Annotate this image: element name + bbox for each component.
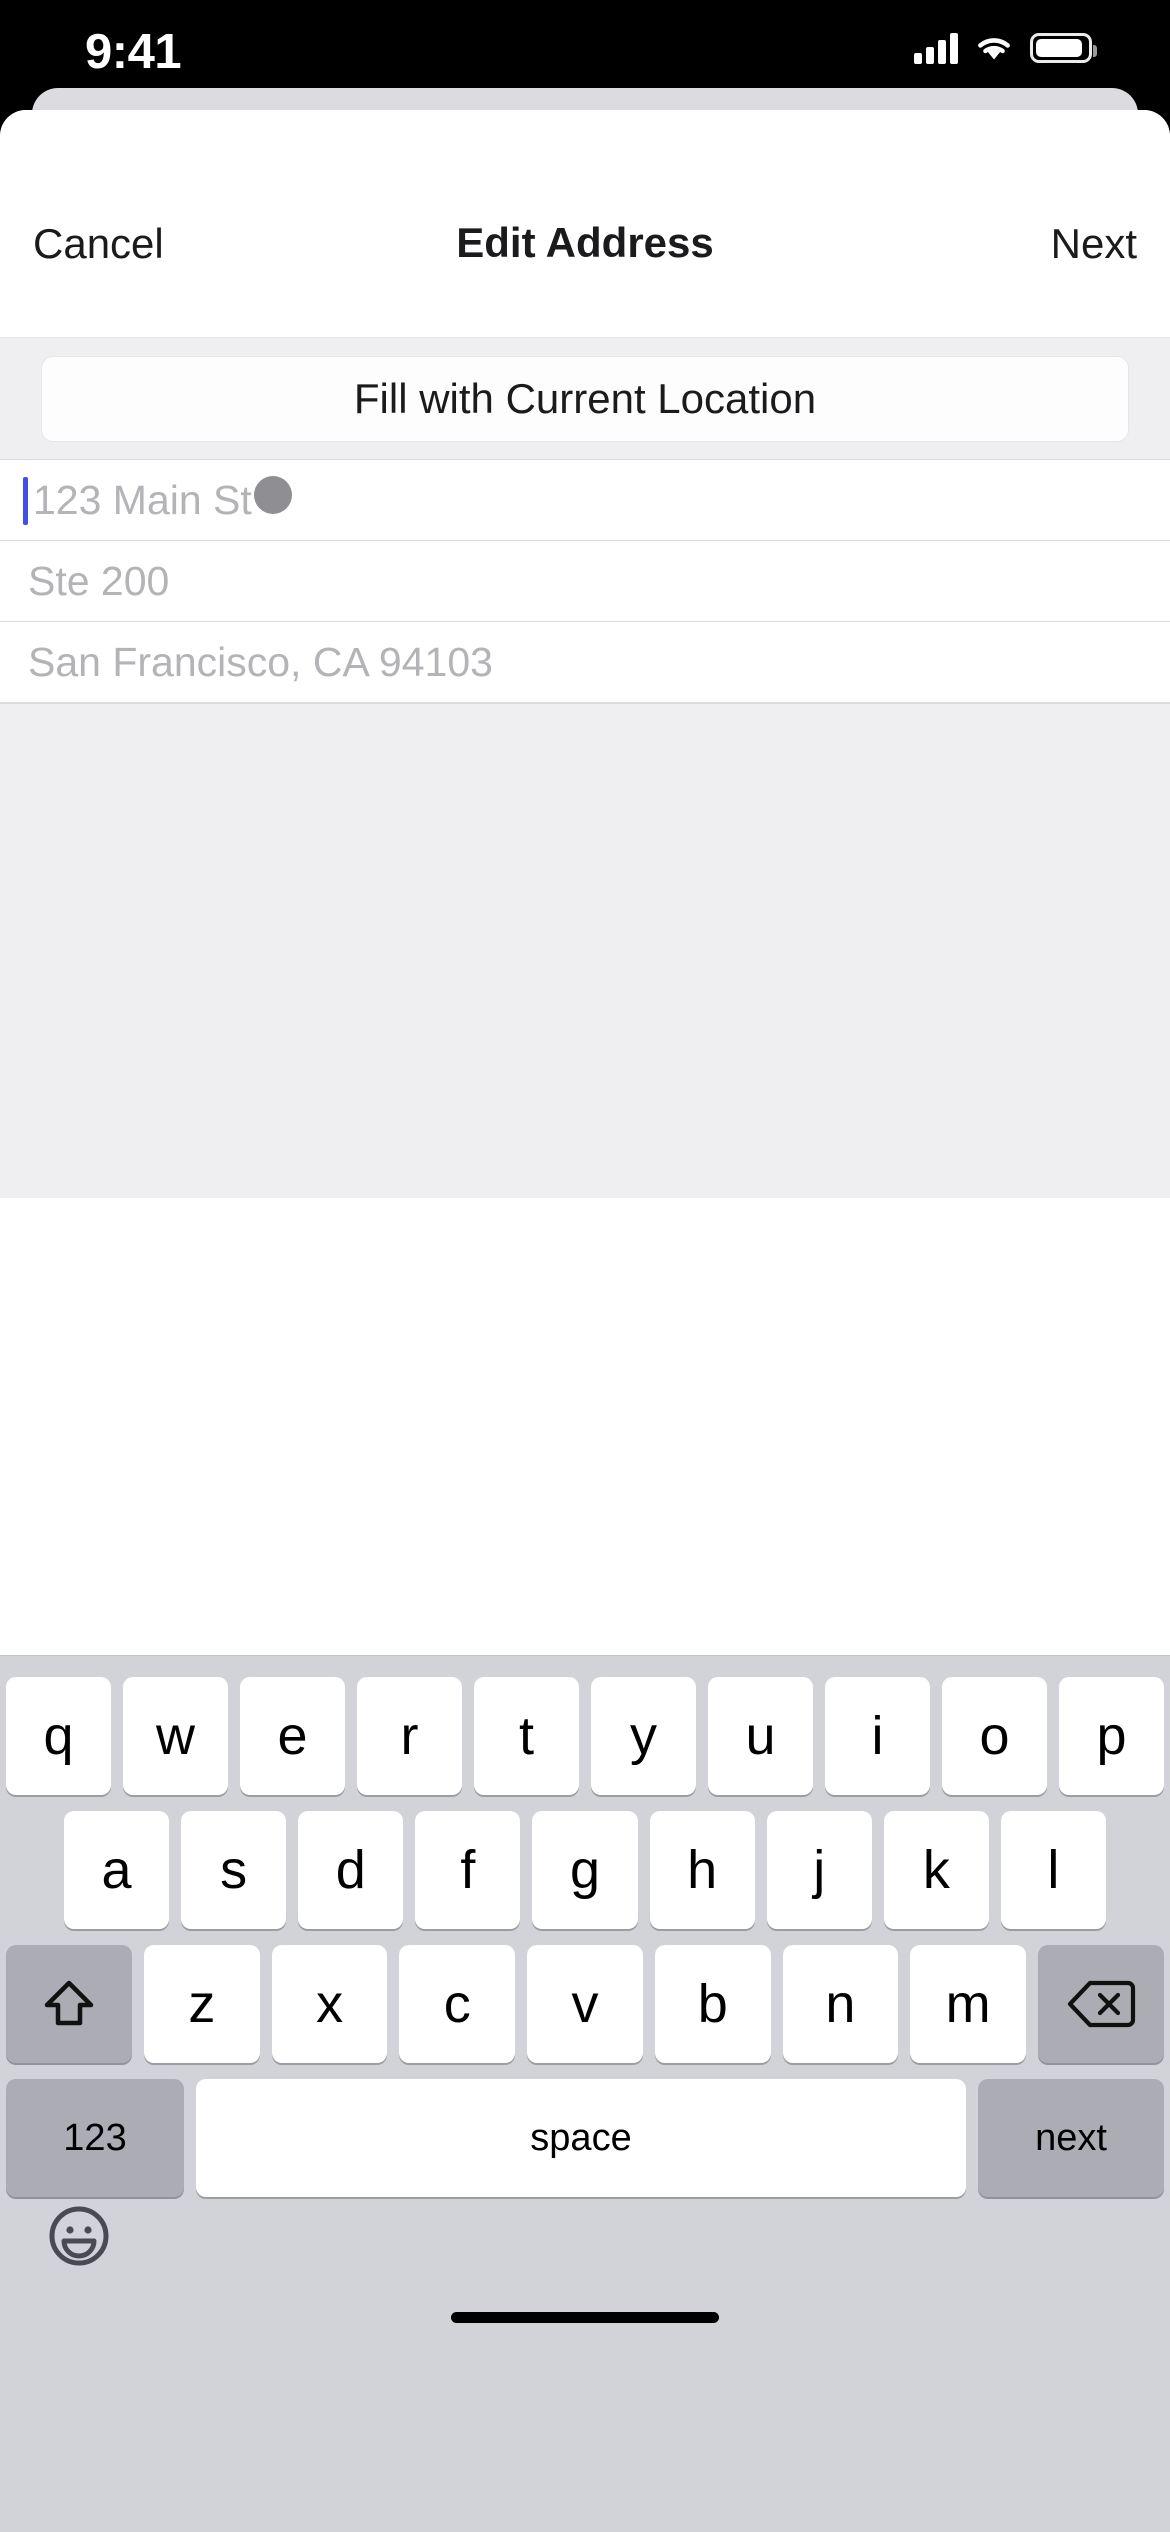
shift-arrow-icon xyxy=(44,1980,94,2026)
key-r[interactable]: r xyxy=(357,1677,462,1795)
key-t[interactable]: t xyxy=(474,1677,579,1795)
key-k[interactable]: k xyxy=(883,1811,989,1929)
key-z[interactable]: z xyxy=(144,1945,260,2063)
software-keyboard: q w e r t y u i o p a s d f g h j k l z … xyxy=(0,1655,1170,2532)
key-g[interactable]: g xyxy=(532,1811,638,1929)
street-address-field-row[interactable]: 123 Main St xyxy=(0,460,1170,541)
key-d[interactable]: d xyxy=(298,1811,404,1929)
shift-key[interactable] xyxy=(6,1945,132,2063)
key-l[interactable]: l xyxy=(1000,1811,1106,1929)
street-address-input[interactable]: 123 Main St xyxy=(28,479,252,521)
keyboard-row-2: a s d f g h j k l xyxy=(0,1811,1170,1929)
key-b[interactable]: b xyxy=(654,1945,771,2063)
fill-with-current-location-button[interactable]: Fill with Current Location xyxy=(41,355,1129,442)
key-o[interactable]: o xyxy=(942,1677,1047,1795)
page-title: Edit Address xyxy=(456,219,714,266)
home-indicator xyxy=(451,2312,719,2323)
keyboard-row-4: 123 space next xyxy=(0,2079,1170,2197)
key-i[interactable]: i xyxy=(825,1677,930,1795)
wifi-icon xyxy=(978,38,1010,60)
navigation-bar: Cancel Edit Address Next xyxy=(0,110,1170,338)
next-button[interactable]: Next xyxy=(1051,223,1137,265)
key-n[interactable]: n xyxy=(782,1945,899,2063)
key-v[interactable]: v xyxy=(527,1945,643,2063)
key-u[interactable]: u xyxy=(708,1677,813,1795)
space-key[interactable]: space xyxy=(196,2079,966,2197)
key-h[interactable]: h xyxy=(649,1811,755,1929)
key-f[interactable]: f xyxy=(415,1811,521,1929)
address-form: 123 Main St Ste 200 San Francisco, CA 94… xyxy=(0,460,1170,703)
street-address-2-input[interactable]: Ste 200 xyxy=(28,560,169,602)
key-m[interactable]: m xyxy=(910,1945,1027,2063)
phone-screen: 9:41 Cancel Edit Address Next Fill with … xyxy=(0,0,1170,2532)
tap-indicator-dot xyxy=(254,476,292,514)
key-c[interactable]: c xyxy=(399,1945,516,2063)
key-p[interactable]: p xyxy=(1059,1677,1164,1795)
street-address-2-field-row[interactable]: Ste 200 xyxy=(0,541,1170,622)
status-bar: 9:41 xyxy=(0,0,1170,96)
key-y[interactable]: y xyxy=(591,1677,696,1795)
return-next-key[interactable]: next xyxy=(978,2079,1164,2197)
keyboard-row-1: q w e r t y u i o p xyxy=(0,1677,1170,1795)
key-a[interactable]: a xyxy=(64,1811,170,1929)
keyboard-row-3: z x c v b n m xyxy=(0,1945,1170,2063)
city-state-zip-field-row[interactable]: San Francisco, CA 94103 xyxy=(0,622,1170,703)
text-cursor-caret xyxy=(23,477,28,525)
battery-icon xyxy=(1030,33,1097,63)
backspace-delete-icon xyxy=(1067,1980,1136,2028)
key-e[interactable]: e xyxy=(240,1677,345,1795)
form-empty-area xyxy=(0,703,1170,1198)
city-state-zip-input[interactable]: San Francisco, CA 94103 xyxy=(28,641,493,683)
key-s[interactable]: s xyxy=(181,1811,287,1929)
fill-location-section: Fill with Current Location xyxy=(0,338,1170,460)
key-j[interactable]: j xyxy=(766,1811,872,1929)
keyboard-bottom-bar xyxy=(0,2197,1170,2347)
status-bar-time: 9:41 xyxy=(85,25,182,79)
key-w[interactable]: w xyxy=(123,1677,228,1795)
backspace-key[interactable] xyxy=(1038,1945,1165,2063)
key-q[interactable]: q xyxy=(6,1677,111,1795)
key-x[interactable]: x xyxy=(271,1945,388,2063)
edit-address-sheet: Cancel Edit Address Next Fill with Curre… xyxy=(0,110,1170,2532)
numbers-key[interactable]: 123 xyxy=(6,2079,184,2197)
signal-bars-icon xyxy=(914,32,958,64)
status-bar-indicators xyxy=(914,32,1097,64)
smiley-face-icon[interactable] xyxy=(48,2205,110,2267)
